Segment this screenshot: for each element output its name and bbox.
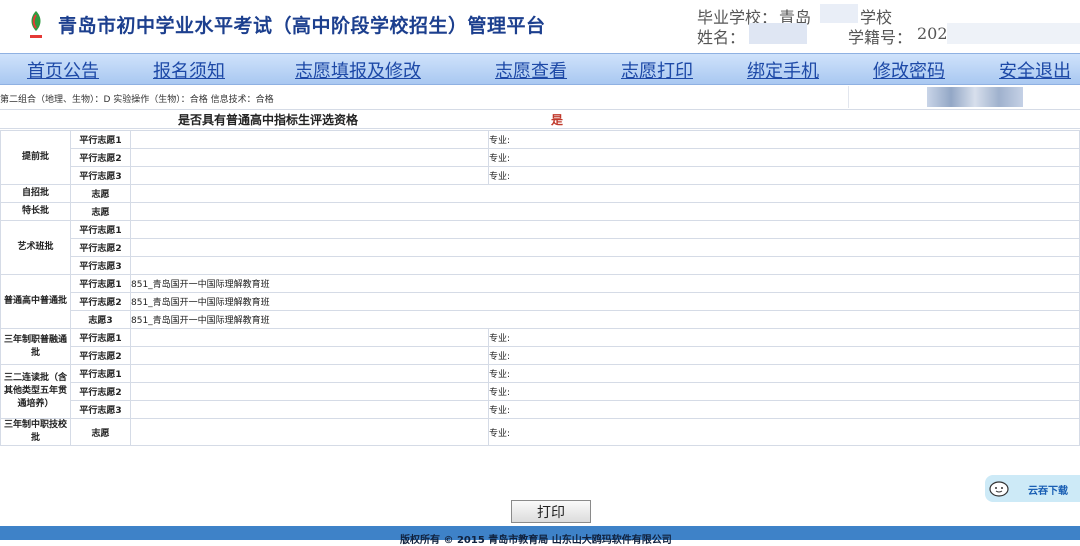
nav-fill-and-modify-choices[interactable]: 志愿填报及修改 — [295, 57, 421, 83]
batch-label: 自招批 — [0, 184, 71, 203]
table-row: 平行志愿2 851_青岛国开一中国际理解教育班 — [1, 292, 1080, 311]
choice-type: 平行志愿2 — [70, 346, 131, 365]
print-button[interactable]: 打印 — [511, 500, 591, 523]
cloud-download-widget[interactable]: 云吞下载 — [985, 475, 1080, 502]
nav-home-announcements[interactable]: 首页公告 — [27, 57, 99, 83]
footer-copyright: 版权所有 © 2015 青岛市教育局 山东山大鸥玛软件有限公司 — [400, 535, 672, 546]
major-label: 专业: — [488, 364, 1080, 383]
choice-value — [130, 202, 1080, 221]
nav-change-password[interactable]: 修改密码 — [873, 57, 945, 83]
major-label: 专业: — [488, 148, 1080, 167]
choice-type: 平行志愿1 — [70, 328, 131, 347]
name-redacted — [749, 23, 807, 44]
choice-value — [130, 220, 1080, 239]
choices-table: 提前批 平行志愿1 专业: 平行志愿2 专业: 平行志愿3 专业: 自招批 志愿… — [0, 130, 1080, 446]
choice-type: 平行志愿1 — [70, 220, 131, 239]
choice-value — [130, 184, 1080, 203]
choice-type: 平行志愿1 — [70, 364, 131, 383]
choice-type: 平行志愿2 — [70, 238, 131, 257]
table-row: 三年制中职技校批 志愿 专业: — [0, 418, 1080, 446]
site-title: 青岛市初中学业水平考试（高中阶段学校招生）管理平台 — [58, 15, 546, 37]
choice-type: 平行志愿1 — [70, 130, 131, 149]
table-row: 平行志愿2 — [1, 238, 1080, 257]
major-label: 专业: — [488, 346, 1080, 365]
choice-value — [130, 148, 489, 167]
nav-print-choices[interactable]: 志愿打印 — [621, 57, 693, 83]
batch-label: 普通高中普通批 — [0, 274, 71, 329]
table-row: 特长批 志愿 — [0, 202, 1080, 221]
cloud-download-label: 云吞下载 — [1028, 486, 1068, 497]
table-row: 平行志愿3 专业: — [1, 166, 1080, 185]
student-id-redacted — [947, 23, 1080, 44]
major-label: 专业: — [488, 400, 1080, 419]
choice-value — [130, 382, 489, 401]
scores-line: 第二组合（地理、生物）：D 实验操作（生物）：合格 信息技术：合格 — [0, 95, 274, 105]
table-row: 普通高中普通批 平行志愿1 851_青岛国开一中国际理解教育班 — [0, 274, 1080, 329]
qualification-label: 是否具有普通高中指标生评选资格 — [178, 113, 359, 127]
choice-type: 志愿 — [70, 184, 131, 203]
student-photo — [927, 87, 1023, 107]
nav-bind-phone[interactable]: 绑定手机 — [747, 57, 819, 83]
choice-type: 志愿 — [70, 202, 131, 221]
choice-type: 平行志愿3 — [70, 400, 131, 419]
major-label: 专业: — [488, 382, 1080, 401]
qualification-value: 是 — [551, 113, 564, 127]
batch-label: 提前批 — [0, 130, 71, 185]
choice-value — [130, 256, 1080, 275]
choice-value — [130, 364, 489, 383]
batch-label: 特长批 — [0, 202, 71, 221]
table-row: 平行志愿2 专业: — [1, 382, 1080, 401]
major-label: 专业: — [488, 130, 1080, 149]
choice-value — [130, 166, 489, 185]
major-label: 专业: — [488, 166, 1080, 185]
choice-type: 平行志愿3 — [70, 166, 131, 185]
choice-value — [130, 346, 489, 365]
choice-type: 志愿 — [70, 418, 131, 446]
footer: 版权所有 © 2015 青岛市教育局 山东山大鸥玛软件有限公司 — [0, 526, 1080, 546]
cloud-face-icon — [989, 481, 1009, 497]
choice-type: 平行志愿2 — [70, 382, 131, 401]
major-label: 专业: — [488, 418, 1080, 446]
choice-value — [130, 400, 489, 419]
major-label: 专业: — [488, 328, 1080, 347]
table-row: 平行志愿2 专业: — [1, 346, 1080, 365]
school-name-redacted — [820, 4, 858, 23]
table-row: 平行志愿3 专业: — [1, 400, 1080, 419]
batch-label: 三年制中职技校批 — [0, 418, 71, 446]
batch-label: 三二连读批（含其他类型五年贯通培养） — [0, 364, 71, 419]
choice-type: 平行志愿2 — [70, 292, 131, 311]
nav-registration-notice[interactable]: 报名须知 — [153, 57, 225, 83]
choice-value: 851_青岛国开一中国际理解教育班 — [130, 292, 1080, 311]
student-id-prefix: 202 — [917, 24, 948, 43]
table-row: 艺术班批 平行志愿1 — [0, 220, 1080, 275]
table-row: 志愿3 851_青岛国开一中国际理解教育班 — [1, 310, 1080, 329]
logo-icon — [30, 11, 42, 38]
batch-label: 三年制职普融通批 — [0, 328, 71, 365]
choice-value: 851_青岛国开一中国际理解教育班 — [130, 274, 1080, 293]
table-row: 平行志愿2 专业: — [1, 148, 1080, 167]
student-id-label: 学籍号： — [848, 28, 913, 47]
nav-view-choices[interactable]: 志愿查看 — [495, 57, 567, 83]
choice-value — [130, 238, 1080, 257]
choice-value — [130, 130, 489, 149]
table-row: 自招批 志愿 — [0, 184, 1080, 203]
table-row: 三二连读批（含其他类型五年贯通培养） 平行志愿1 专业: — [0, 364, 1080, 419]
qualification-row: 是否具有普通高中指标生评选资格 是 — [0, 109, 1080, 129]
choice-value — [130, 328, 489, 347]
header: 青岛市初中学业水平考试（高中阶段学校招生）管理平台 毕业学校： 青岛 学校 姓名… — [0, 0, 1080, 52]
name-label: 姓名： — [697, 28, 746, 47]
choice-type: 平行志愿1 — [70, 274, 131, 293]
nav-bar: 首页公告 报名须知 志愿填报及修改 志愿查看 志愿打印 绑定手机 修改密码 安全… — [0, 53, 1080, 85]
choice-type: 平行志愿2 — [70, 148, 131, 167]
choice-type: 志愿3 — [70, 310, 131, 329]
table-row: 平行志愿3 — [1, 256, 1080, 275]
batch-label: 艺术班批 — [0, 220, 71, 275]
table-row: 提前批 平行志愿1 专业: — [0, 130, 1080, 185]
choice-type: 平行志愿3 — [70, 256, 131, 275]
choice-value — [130, 418, 489, 446]
choice-value: 851_青岛国开一中国际理解教育班 — [130, 310, 1080, 329]
nav-logout[interactable]: 安全退出 — [999, 57, 1071, 83]
table-row: 三年制职普融通批 平行志愿1 专业: — [0, 328, 1080, 365]
